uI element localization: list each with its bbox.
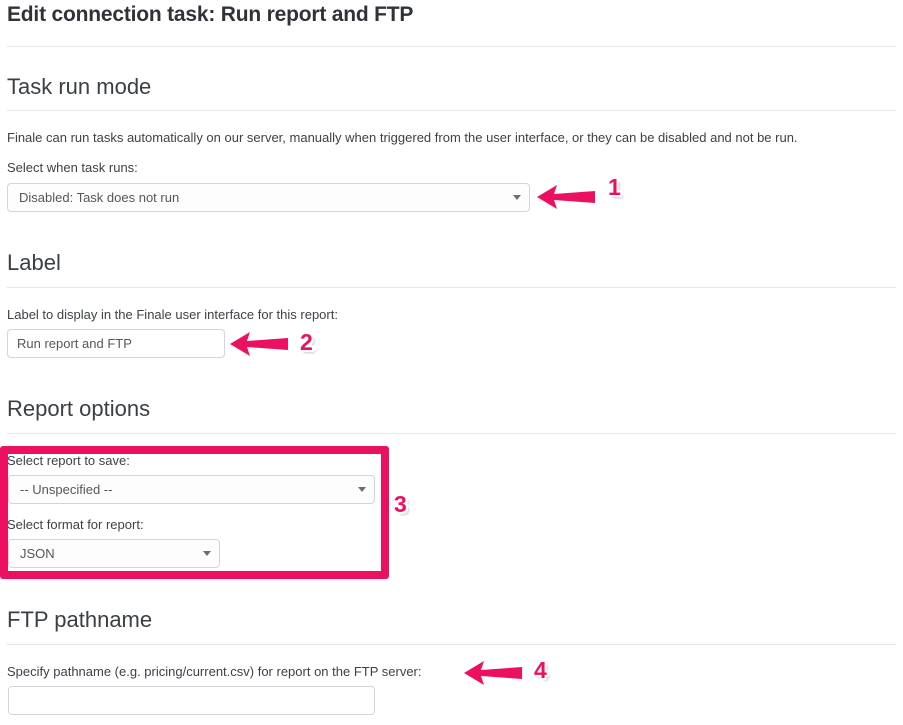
section-heading-task-run-mode: Task run mode [7,74,152,99]
edit-connection-task-page: Edit connection task: Run report and FTP… [0,0,903,725]
chevron-down-icon [513,195,521,200]
task-run-mode-divider [7,110,896,111]
task-run-mode-select-value: Disabled: Task does not run [19,190,180,205]
report-to-save-select-value: -- Unspecified -- [20,482,113,497]
section-heading-label: Label [7,250,61,275]
chevron-down-icon [203,551,211,556]
callout-number-4: 4 [534,657,547,683]
section-heading-report-options: Report options [7,396,151,421]
report-select-label: Select report to save: [7,453,130,468]
ftp-pathname-label: Specify pathname (e.g. pricing/current.c… [7,664,422,679]
ftp-pathname-input[interactable] [8,686,375,715]
page-title: Edit connection task: Run report and FTP [7,3,414,26]
report-format-select[interactable]: JSON [8,539,220,568]
callout-number-1: 1 [608,174,621,200]
callout-arrow-2 [228,329,290,359]
label-input[interactable]: Run report and FTP [7,329,225,358]
callout-number-2: 2 [300,329,313,355]
report-format-select-value: JSON [20,546,55,561]
report-format-label: Select format for report: [7,517,144,532]
title-divider [7,46,896,47]
label-divider [7,287,896,288]
section-heading-ftp-pathname: FTP pathname [7,607,153,632]
task-run-mode-description: Finale can run tasks automatically on ou… [7,130,798,145]
report-options-divider [7,433,896,434]
report-to-save-select[interactable]: -- Unspecified -- [8,475,375,504]
task-run-mode-select-label: Select when task runs: [7,160,138,175]
callout-arrow-4 [462,658,524,688]
label-input-label: Label to display in the Finale user inte… [7,307,338,322]
callout-number-3: 3 [394,491,407,517]
ftp-pathname-divider [7,644,896,645]
chevron-down-icon [358,487,366,492]
task-run-mode-select[interactable]: Disabled: Task does not run [7,183,530,212]
callout-arrow-1 [535,182,597,212]
